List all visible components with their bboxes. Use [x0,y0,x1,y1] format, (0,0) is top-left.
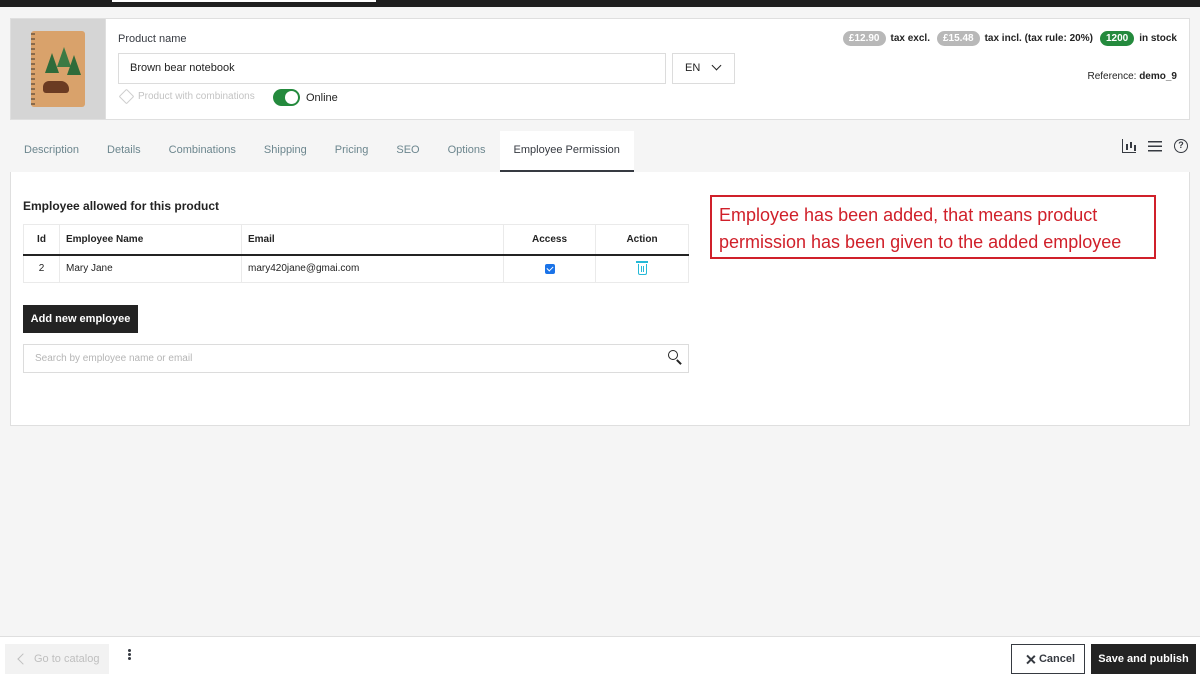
cancel-label: Cancel [1038,653,1076,665]
close-icon [1026,654,1036,664]
price-incl-badge: £15.48 [936,31,980,46]
top-bar [0,0,1200,7]
cancel-button[interactable]: Cancel [1011,644,1085,674]
employee-search [23,344,689,373]
cell-email: mary420jane@gmai.com [241,254,504,283]
price-excl-badge: £12.90 [842,31,886,46]
col-employee-name: Employee Name [59,224,242,256]
footer-bar: Go to catalog Cancel Save and publish [0,636,1200,674]
chevron-left-icon [17,653,29,665]
product-name-input[interactable]: Brown bear notebook [118,53,666,84]
combinations-label: Product with combinations [138,91,255,102]
chevron-down-icon [711,60,722,71]
add-new-employee-button[interactable]: Add new employee [23,305,138,333]
section-title: Employee allowed for this product [23,199,220,213]
tab-combinations[interactable]: Combinations [155,131,250,172]
employee-table: Id Employee Name Email Access Action 2 M… [23,224,689,283]
access-checkbox[interactable] [544,263,555,274]
bear-figure [43,81,69,93]
kebab-icon[interactable] [128,653,131,656]
table-row: 2 Mary Jane mary420jane@gmai.com [23,254,689,283]
annotation-callout: Employee has been added, that means prod… [710,195,1156,259]
trash-icon[interactable] [635,261,648,276]
search-icon[interactable] [668,350,682,366]
reference: Reference: demo_9 [1088,71,1178,82]
price-excl-label: tax excl. [890,33,930,44]
tab-tools: ? [1122,139,1188,155]
tab-description[interactable]: Description [10,131,93,172]
tab-shipping[interactable]: Shipping [250,131,321,172]
tab-details[interactable]: Details [93,131,155,172]
col-action: Action [595,224,689,256]
product-tabs: Description Details Combinations Shippin… [10,131,634,172]
go-to-catalog-button[interactable]: Go to catalog [5,644,109,674]
stock-label: in stock [1139,33,1177,44]
cell-employee-name: Mary Jane [59,254,242,283]
col-email: Email [241,224,504,256]
reference-label: Reference: [1087,71,1137,82]
price-incl-label: tax incl. (tax rule: 20%) [984,33,1093,44]
stock-badge: 1200 [1099,31,1135,46]
tab-seo[interactable]: SEO [382,131,433,172]
product-header: Product name Brown bear notebook EN Prod… [10,18,1190,120]
tab-options[interactable]: Options [434,131,500,172]
combinations-option[interactable]: Product with combinations [118,88,255,105]
layers-icon [118,88,135,105]
price-summary: £12.90 tax excl. £15.48 tax incl. (tax r… [842,31,1179,46]
language-value: EN [685,62,701,74]
list-icon[interactable] [1148,141,1162,155]
cell-id: 2 [23,254,60,283]
language-select[interactable]: EN [672,53,735,84]
chart-icon[interactable] [1122,139,1136,153]
cell-access [503,254,596,283]
tab-employee-permission[interactable]: Employee Permission [499,131,634,172]
employee-search-input[interactable] [24,345,644,372]
top-bar-highlight [112,0,376,2]
notebook-illustration [31,31,85,107]
product-image[interactable] [11,19,106,119]
cell-action [595,254,689,283]
reference-value: demo_9 [1139,71,1177,82]
save-and-publish-button[interactable]: Save and publish [1091,644,1196,674]
product-name-label: Product name [118,33,187,45]
go-to-catalog-label: Go to catalog [34,653,100,665]
col-id: Id [23,224,60,256]
col-access: Access [503,224,596,256]
tab-pricing[interactable]: Pricing [321,131,383,172]
online-label: Online [306,92,338,104]
employee-permission-panel: Employee allowed for this product Id Emp… [10,172,1190,426]
online-toggle[interactable] [273,89,300,106]
help-icon[interactable]: ? [1174,139,1188,153]
